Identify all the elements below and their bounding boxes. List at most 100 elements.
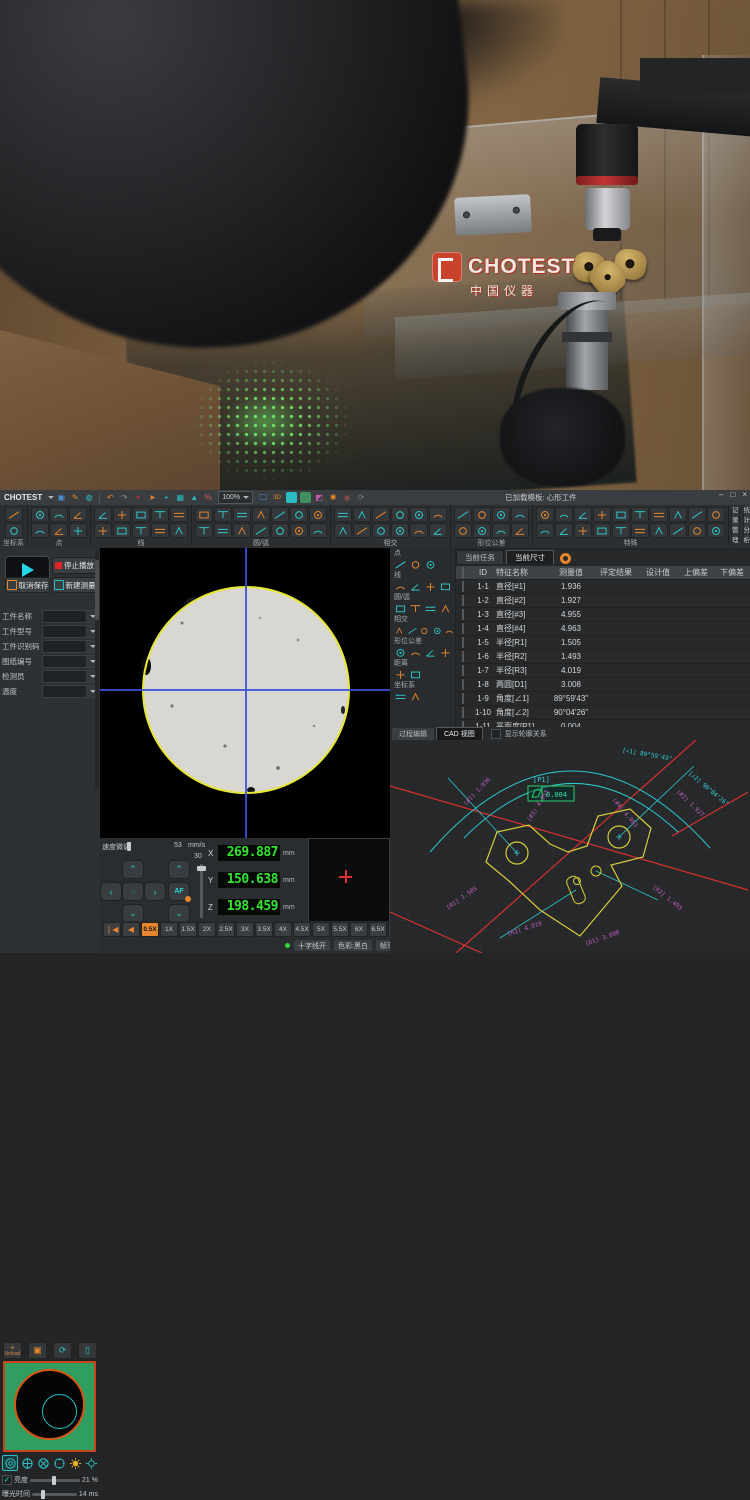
tab-过程编辑[interactable]: 过程编辑	[392, 728, 434, 740]
tool-icon[interactable]	[669, 507, 687, 522]
palette-tool-icon[interactable]	[394, 691, 407, 702]
minimize-button[interactable]: –	[719, 490, 723, 499]
tool-icon[interactable]	[94, 507, 112, 522]
row-checkbox[interactable]	[462, 609, 464, 620]
lamp-off-icon[interactable]	[84, 1456, 98, 1470]
table-row[interactable]: 1-9 角度[∠1] 89°59'43"	[456, 692, 750, 706]
tool-icon[interactable]	[252, 507, 270, 522]
palette-tool-icon[interactable]	[409, 559, 422, 570]
ring-quad-icon[interactable]	[20, 1456, 34, 1470]
tool-icon[interactable]	[688, 507, 706, 522]
magnification-6.5x[interactable]: 6.5X	[369, 922, 387, 937]
tool-icon[interactable]	[391, 507, 409, 522]
undo-icon[interactable]: ↶	[105, 492, 116, 503]
row-checkbox[interactable]	[462, 595, 464, 606]
tool-icon[interactable]	[707, 523, 725, 538]
tool-icon[interactable]	[555, 507, 573, 522]
screen2-icon[interactable]	[300, 492, 311, 503]
z-up-button[interactable]: ⌃	[168, 860, 190, 879]
field-select[interactable]	[42, 640, 98, 653]
tool-icon[interactable]	[233, 507, 251, 522]
light-refresh-button[interactable]: ⟳	[53, 1342, 72, 1359]
palette-tool-icon[interactable]	[407, 625, 418, 636]
tool-icon[interactable]	[132, 507, 150, 522]
palette-tool-icon[interactable]	[394, 603, 407, 614]
magnification-2.5x[interactable]: 2.5X	[217, 922, 235, 937]
tool-icon[interactable]	[31, 523, 49, 538]
tool-icon[interactable]	[214, 523, 232, 538]
delete-icon[interactable]: ×	[133, 492, 144, 503]
magnification-3.5x[interactable]: 3.5X	[255, 922, 273, 937]
statistics-button[interactable]: 统计分析	[743, 509, 750, 538]
table-row[interactable]: 1-2 直径[#2] 1.927	[456, 594, 750, 608]
tool-icon[interactable]	[31, 507, 49, 522]
jog-home-button[interactable]: ◌	[122, 882, 144, 901]
autofocus-button[interactable]: AF	[168, 882, 190, 901]
tool-icon[interactable]	[574, 507, 592, 522]
tool-icon[interactable]	[290, 523, 308, 538]
tool-icon[interactable]	[574, 523, 592, 538]
table-row[interactable]: 1-1 直径[#1] 1.936	[456, 580, 750, 594]
new-measure-button[interactable]: 新建测量	[52, 577, 97, 593]
screen1-icon[interactable]	[286, 492, 297, 503]
tool-icon[interactable]	[309, 507, 327, 522]
magnification-1x[interactable]: 1X	[160, 922, 178, 937]
tool-icon[interactable]	[69, 523, 87, 538]
table-row[interactable]: 1-5 半径[R1] 1.505	[456, 636, 750, 650]
tool-icon[interactable]	[290, 507, 308, 522]
table-row[interactable]: 1-3 直径[#3] 4.955	[456, 608, 750, 622]
tool-icon[interactable]	[631, 507, 649, 522]
cad-view[interactable]: [P1]0.004(#3) 4.955(#4) 4.963(#1) 1.936(…	[390, 740, 750, 953]
table-row[interactable]: 1-8 两圆[D1] 3.008	[456, 678, 750, 692]
palette-tool-icon[interactable]	[424, 581, 437, 592]
tool-icon[interactable]	[195, 523, 213, 538]
left-scrollbar-thumb[interactable]	[95, 560, 99, 620]
row-checkbox[interactable]	[462, 707, 464, 718]
chart-icon[interactable]: ▲	[189, 492, 200, 503]
magnification-5x[interactable]: 5X	[312, 922, 330, 937]
tab-CAD 视图[interactable]: CAD 视图	[436, 727, 483, 741]
tool-icon[interactable]	[669, 523, 687, 538]
tool-icon[interactable]	[94, 523, 112, 538]
table-row[interactable]: 1-10 角度[∠2] 90°04'26"	[456, 706, 750, 720]
app-menu[interactable]: CHOTEST	[4, 493, 42, 502]
magnification-6x[interactable]: 6X	[350, 922, 368, 937]
row-checkbox[interactable]	[462, 581, 464, 592]
table-row[interactable]: 1-6 半径[R2] 1.493	[456, 650, 750, 664]
tool-icon[interactable]	[334, 507, 352, 522]
maximize-button[interactable]: □	[730, 490, 735, 499]
stage-position-map[interactable]	[308, 838, 390, 922]
brightness-checkbox[interactable]: ✓	[2, 1475, 12, 1485]
row-checkbox[interactable]	[462, 623, 464, 634]
magnification-4x[interactable]: 4X	[274, 922, 292, 937]
palette-tool-icon[interactable]	[394, 559, 407, 570]
palette-tool-icon[interactable]	[409, 603, 422, 614]
magnification-3x[interactable]: 3X	[236, 922, 254, 937]
monitor-icon[interactable]: 🖵	[258, 492, 269, 503]
lamp-on-icon[interactable]	[68, 1456, 82, 1470]
tool-icon[interactable]	[473, 523, 491, 538]
tool-icon[interactable]	[353, 523, 371, 538]
field-select[interactable]	[42, 685, 98, 698]
palette-tool-icon[interactable]	[439, 581, 452, 592]
tool-icon[interactable]	[151, 523, 169, 538]
tool-icon[interactable]	[391, 523, 409, 538]
tool-icon[interactable]	[612, 523, 630, 538]
prev-lens-button[interactable]: ◀	[122, 922, 140, 937]
tool-icon[interactable]	[536, 523, 554, 538]
rotate-icon[interactable]: ⟳	[356, 492, 367, 503]
stage-unload-button[interactable]: + Unload	[3, 1342, 22, 1359]
palette-tool-icon[interactable]	[444, 625, 455, 636]
z-speed-slider[interactable]	[200, 864, 203, 918]
gear-icon[interactable]: ✱	[328, 492, 339, 503]
row-checkbox[interactable]	[462, 637, 464, 648]
ring-all-icon[interactable]	[2, 1455, 18, 1471]
palette-tool-icon[interactable]	[394, 669, 407, 680]
tool-icon[interactable]	[555, 523, 573, 538]
exposure-slider[interactable]	[32, 1493, 77, 1496]
ring-light-preview[interactable]	[3, 1361, 96, 1452]
save-icon[interactable]: ▣	[56, 492, 67, 503]
palette-tool-icon[interactable]	[439, 647, 452, 658]
magnification-2x[interactable]: 2X	[198, 922, 216, 937]
palette-tool-icon[interactable]	[409, 691, 422, 702]
